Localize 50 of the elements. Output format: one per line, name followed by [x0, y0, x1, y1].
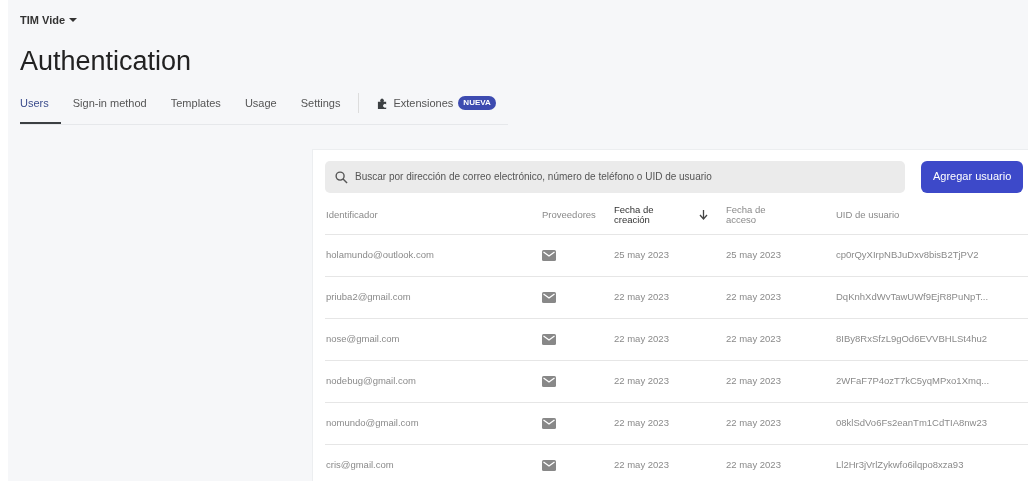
- table-cell: 22 may 2023: [726, 375, 781, 387]
- sort-arrow-icon[interactable]: [699, 210, 708, 221]
- new-badge: NUEVA: [458, 96, 496, 111]
- table-cell: 22 may 2023: [614, 417, 669, 429]
- table-cell: cp0rQyXIrpNBJuDxv8bisB2TjPV2: [836, 249, 979, 261]
- mail-icon: [542, 376, 556, 388]
- tab[interactable]: Settings: [288, 91, 353, 124]
- add-user-button[interactable]: Agregar usuario: [921, 160, 1024, 193]
- table-cell: 22 may 2023: [726, 459, 781, 471]
- table-cell: 22 may 2023: [726, 333, 781, 345]
- table-cell: 22 may 2023: [614, 291, 669, 303]
- caret-icon: [69, 17, 78, 23]
- table-cell: 8IBy8RxSfzL9gOd6EVVBHLSt4hu2: [836, 333, 988, 345]
- column-header: Identificador: [326, 210, 378, 221]
- column-header: Fecha de creación: [614, 204, 655, 226]
- page-title: Authentication: [20, 44, 193, 78]
- column-header: Fecha de acceso: [726, 204, 767, 226]
- table-cell: 08klSdVo6Fs2eanTm1CdTIA8nw23: [836, 417, 988, 429]
- table-cell: DqKnhXdWvTawUWf9EjR8PuNpT...: [836, 291, 989, 303]
- tab[interactable]: Users: [20, 91, 61, 124]
- mail-icon: [542, 334, 556, 346]
- table-cell: 25 may 2023: [726, 249, 781, 261]
- table-cell: 22 may 2023: [726, 291, 781, 303]
- project-selector[interactable]: TIM Vide: [20, 12, 78, 29]
- table-cell: cris@gmail.com: [326, 459, 394, 471]
- table-cell: Ll2Hr3jVrlZykwfo6ilqpo8xza93: [836, 459, 964, 471]
- mail-icon: [542, 418, 556, 430]
- table-cell: nomundo@gmail.com: [326, 417, 419, 429]
- puzzle-icon: [377, 97, 389, 109]
- table-cell: 22 may 2023: [614, 459, 669, 471]
- tab[interactable]: Extensiones NUEVA: [365, 91, 508, 124]
- table-cell: holamundo@outlook.com: [326, 249, 434, 261]
- mail-icon: [542, 292, 556, 304]
- column-header: Proveedores: [542, 210, 596, 221]
- search-icon: [335, 170, 348, 184]
- tab[interactable]: Templates: [158, 91, 233, 124]
- table-cell: 22 may 2023: [614, 333, 669, 345]
- table-cell: nodebug@gmail.com: [326, 375, 416, 387]
- table-cell: 25 may 2023: [614, 249, 669, 261]
- column-header: UID de usuario: [836, 210, 900, 221]
- table-cell: 22 may 2023: [726, 417, 781, 429]
- table-cell: nose@gmail.com: [326, 333, 400, 345]
- mail-icon: [542, 250, 556, 262]
- search-field[interactable]: Buscar por dirección de correo electrónico, número de teléfono o UID de usuario: [325, 160, 905, 193]
- mail-icon: [542, 460, 556, 472]
- table-cell: 22 may 2023: [614, 375, 669, 387]
- table-cell: 2WFaF7P4ozT7kC5yqMPxo1Xmq...: [836, 375, 990, 387]
- table-cell: priuba2@gmail.com: [326, 291, 411, 303]
- tab[interactable]: Sign-in method: [60, 91, 159, 124]
- tab[interactable]: Usage: [232, 91, 289, 124]
